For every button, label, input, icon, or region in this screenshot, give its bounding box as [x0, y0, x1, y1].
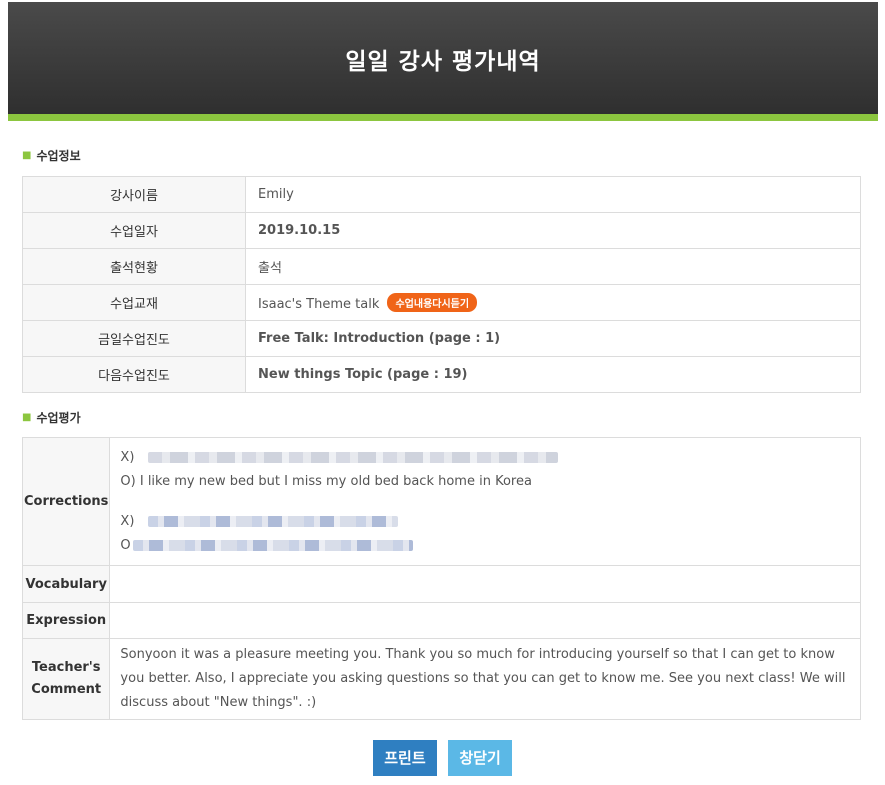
table-row: 금일수업진도 Free Talk: Introduction (page : 1… [22, 320, 861, 357]
class-info-table: 강사이름 Emily 수업일자 2019.10.15 출석현황 출석 수업교재 … [22, 176, 861, 393]
teacher-comment-label: Teacher's Comment [21, 638, 111, 720]
today-progress-value: Free Talk: Introduction (page : 1) [245, 320, 861, 357]
bullet-icon: ■ [22, 412, 32, 423]
correction-o1: O) I like my new bed but I miss my old b… [120, 473, 532, 489]
close-window-button[interactable]: 창닫기 [448, 740, 513, 776]
evaluation-table: Corrections X) O) I like my new bed but … [21, 437, 861, 720]
attendance-label: 출석현황 [22, 248, 246, 285]
next-progress-value: New things Topic (page : 19) [245, 356, 861, 393]
page-header: 일일 강사 평가내역 [8, 2, 878, 114]
textbook-label: 수업교재 [22, 284, 246, 321]
table-row: 수업일자 2019.10.15 [22, 212, 861, 249]
page-title: 일일 강사 평가내역 [345, 49, 541, 75]
table-row: Teacher's Comment Sonyoon it was a pleas… [21, 638, 861, 720]
textbook-value: Isaac's Theme talk [258, 297, 380, 312]
table-row: Corrections X) O) I like my new bed but … [21, 437, 861, 566]
redacted-text [148, 515, 399, 527]
bullet-icon: ■ [22, 150, 32, 161]
relisten-button[interactable]: 수업내용다시듣기 [387, 293, 478, 312]
evaluation-section-title: ■ 수업평가 [22, 411, 81, 425]
today-progress-label: 금일수업진도 [22, 320, 246, 357]
table-row: Vocabulary [21, 565, 861, 603]
correction-o2: O [120, 534, 850, 558]
expression-label: Expression [21, 602, 111, 639]
class-date-value: 2019.10.15 [245, 212, 861, 249]
header-accent-bar [8, 114, 878, 121]
button-bar: 프린트 창닫기 [0, 740, 885, 776]
redacted-text [132, 539, 413, 551]
table-row: 출석현황 출석 [22, 248, 861, 285]
instructor-label: 강사이름 [22, 176, 246, 213]
vocabulary-value [109, 565, 861, 603]
textbook-cell: Isaac's Theme talk 수업내용다시듣기 [245, 284, 861, 321]
attendance-value: 출석 [245, 248, 861, 285]
table-row: 강사이름 Emily [22, 176, 861, 213]
print-button[interactable]: 프린트 [372, 740, 437, 776]
table-row: 다음수업진도 New things Topic (page : 19) [22, 356, 861, 393]
vocabulary-label: Vocabulary [21, 565, 111, 603]
expression-value [109, 602, 861, 639]
class-date-label: 수업일자 [22, 212, 246, 249]
corrections-value: X) O) I like my new bed but I miss my ol… [109, 437, 861, 566]
next-progress-label: 다음수업진도 [22, 356, 246, 393]
table-row: Expression [21, 602, 861, 639]
redacted-text [148, 451, 559, 463]
table-row: 수업교재 Isaac's Theme talk 수업내용다시듣기 [22, 284, 861, 321]
corrections-label: Corrections [21, 437, 111, 566]
correction-x2: X) [120, 510, 850, 534]
teacher-comment-value: Sonyoon it was a pleasure meeting you. T… [109, 638, 861, 720]
instructor-value: Emily [245, 176, 861, 213]
class-info-section-title: ■ 수업정보 [22, 149, 81, 163]
correction-x1: X) [120, 446, 850, 470]
